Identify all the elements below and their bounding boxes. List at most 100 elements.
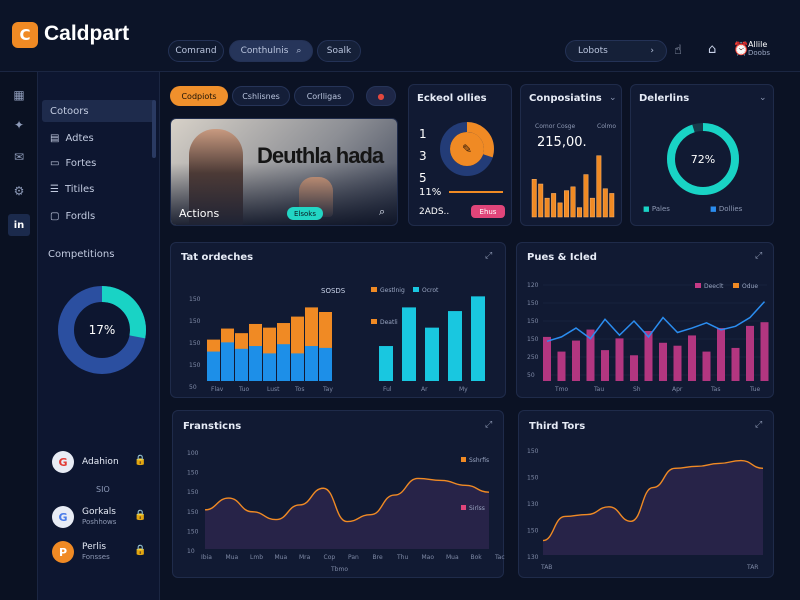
bar [277,344,290,381]
search-icon[interactable]: ⌕ [379,205,385,219]
x-tick-label: Tas [710,386,720,393]
transactions-chart: 100 150 150 150 150 10 Sshrfis Sirlss Ibia Mua Lmb… [187,450,505,573]
deliveries-card: Delerlins ⌄ 72% ■ Pales ■ Dollies [630,84,774,226]
bar [731,347,740,381]
sidebar-item-cotoors[interactable]: Cotoors [42,100,156,122]
chevron-down-icon[interactable]: ⌄ [759,93,767,103]
x-footer-label: Tbmo [330,566,348,573]
bar [589,197,595,218]
tab-corlligas[interactable]: Corlligas [294,86,354,106]
home-icon[interactable]: ⌂ [708,42,716,57]
competitions-donut: 17% [58,286,146,374]
dashboard-icon[interactable]: ▦ [8,84,30,106]
tab-cshlisnes[interactable]: Cshlisnes [232,86,290,106]
chevron-down-icon[interactable]: ⌄ [609,93,617,103]
bar [531,179,537,218]
nav-pill-search[interactable]: Conthulnis ⌕ [229,40,313,62]
bar [543,336,551,381]
expand-icon[interactable]: ⤢ [485,251,492,261]
bar [596,155,602,218]
x-tick-label: Bok [471,554,483,561]
bar [544,197,550,218]
bar [615,338,624,381]
avatar: G [52,451,74,473]
area-fill [205,478,489,549]
compositions-chart [531,155,615,218]
hero-button[interactable]: Elsoks [287,207,323,220]
card-title: Delerlins [639,93,690,104]
bar [538,183,544,218]
lock-icon[interactable]: 🔒 [134,455,146,466]
bar [249,346,262,381]
x-tick-label: Mua [275,554,288,561]
nav-pill-stack[interactable]: Soalk [317,40,361,62]
lock-icon[interactable]: 🔒 [134,510,146,521]
contact-gorkals[interactable]: G Gorkals Poshhows [52,506,116,528]
x-tick-label: Flav [211,386,224,393]
legend-swatch [733,283,739,288]
avatar: G [52,506,74,528]
expand-icon[interactable]: ⤢ [755,251,762,261]
search-field[interactable]: Lobots › [565,40,667,62]
expand-icon[interactable]: ⤢ [485,420,492,430]
sidebar: Cotoors ▤ Adtes ▭ Fortes ☰ Titiles ▢ Fordls … [38,72,160,600]
app-logo[interactable]: C [12,22,38,48]
y-tick-label: 130 [527,501,539,508]
schedule-button[interactable]: Ehus [471,205,505,218]
bar [702,351,711,381]
chat-icon[interactable]: ✉ [8,146,30,168]
x-tick-label: Cop [324,554,336,561]
y-tick-label: 100 [187,450,199,457]
y-tick-label: 50 [527,372,535,379]
legend-swatch [371,287,377,292]
bar [572,340,580,381]
bar [425,327,439,381]
sidebar-item-adtes[interactable]: ▤ Adtes [42,127,156,149]
third-chart: 150150130150130TAB TAR [527,448,764,571]
contact-perlis[interactable]: P Perlis Fonsses [52,541,110,563]
bar [760,322,769,381]
alarm-icon[interactable]: ⏰ [733,42,749,57]
bar [379,346,393,381]
y-tick-label: 150 [187,470,199,477]
series-line [546,301,766,343]
x-tick-label: TAR [746,564,758,571]
transactions-card: Fransticns ⤢ 100 150 150 150 150 10 Sshrfis Sir… [172,410,505,578]
third-card: Third Tors ⤢ 150 150 130 150 130 TAB TAR [518,410,774,578]
user-menu[interactable]: Allile Doobs [748,40,770,58]
card-title: Fransticns [183,421,242,432]
icon-rail: ▦ ✦ ✉ ⚙ in [0,72,38,600]
sidebar-item-titiles[interactable]: ☰ Titiles [42,178,156,200]
compositions-card: Conposiatins ⌄ Comor Cosge Colmo 215,00. [520,84,622,226]
donut-label: 17% [89,323,116,337]
bar [471,296,485,381]
tab-codpiots[interactable]: Codpiots [170,86,228,106]
legend-label: Deatli [380,319,398,326]
bar [644,331,653,381]
sidebar-item-fortes[interactable]: ▭ Fortes [42,152,156,174]
schedule-card: Eckeol ollies 135 ✎ 11% 2ADS.. Ehus [408,84,512,226]
y-tick-label: 150 [527,336,539,343]
sidebar-scrollbar[interactable] [152,100,156,158]
linkedin-icon[interactable]: in [8,214,30,236]
legend-label: Deeclt [704,283,724,290]
expand-icon[interactable]: ⤢ [755,420,762,430]
x-tick-label: Tos [294,386,304,393]
pues-card: Pues & Icled ⤢ 120 150 150 150 250 50 Deeclt Od… [516,242,774,398]
twitter-icon[interactable]: ✦ [8,114,30,136]
legend-label: Gestlnig [380,287,405,294]
record-button[interactable]: ● [366,86,396,106]
area-fill [543,460,763,555]
cursor-icon[interactable]: ☝ [674,43,682,58]
deliveries-value: 72% [691,153,715,166]
nav-pill-command[interactable]: Comrand [168,40,224,62]
sidebar-item-fordls[interactable]: ▢ Fordls [42,205,156,227]
lock-icon[interactable]: 🔒 [134,545,146,556]
x-tick-label: TAB [540,564,552,571]
contact-adahion[interactable]: G Adahion [52,451,119,473]
bar [717,328,725,381]
settings-icon[interactable]: ⚙ [8,180,30,202]
app-name: Caldpart [44,22,130,45]
pues-chart: 120 150 150 150 250 50 Deeclt Odue Tmo Tau Sh Apr Ta… [527,282,769,393]
x-tick-label: Tmo [554,386,569,393]
